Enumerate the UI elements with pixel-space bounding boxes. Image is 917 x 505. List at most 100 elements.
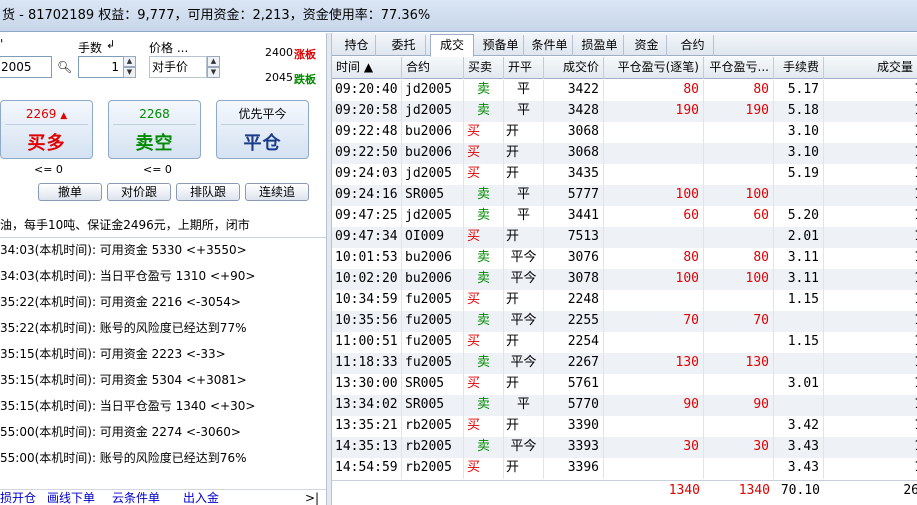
queue-follow-button[interactable]: 排队跟 xyxy=(176,183,240,201)
table-row[interactable]: 11:18:33fu2005卖平今22671301301 xyxy=(332,353,917,374)
col-side[interactable]: 买卖 xyxy=(464,57,504,79)
cell-pnl: 90 xyxy=(704,395,774,416)
cell-pnl-each: 100 xyxy=(604,185,704,206)
col-time[interactable]: 时间 ▲ xyxy=(332,57,402,79)
cancel-order-button[interactable]: 撤单 xyxy=(38,183,102,201)
table-row[interactable]: 10:01:53bu2006卖平今307680803.111 xyxy=(332,248,917,269)
col-open-close[interactable]: 开平 xyxy=(504,57,544,79)
cell-contract: rb2005 xyxy=(402,458,464,479)
cell-fee: 3.43 xyxy=(774,437,824,458)
price-up-button[interactable]: ▲ xyxy=(207,56,220,67)
link-draw-line-order[interactable]: 画线下单 xyxy=(47,490,95,505)
cell-contract: fu2005 xyxy=(402,353,464,374)
collapse-icon[interactable]: >| xyxy=(305,490,319,505)
table-row[interactable]: 09:20:58jd2005卖平34281901905.181 xyxy=(332,101,917,122)
col-price[interactable]: 成交价 xyxy=(544,57,604,79)
cell-open-close: 开 xyxy=(504,374,544,395)
cell-time: 09:47:34 xyxy=(332,227,402,248)
cell-pnl: 70 xyxy=(704,311,774,332)
tab-positions[interactable]: 持仓 xyxy=(338,35,376,56)
table-row[interactable]: 09:22:50bu2006买开3068 3.101 xyxy=(332,143,917,164)
close-label: 平仓 xyxy=(243,133,282,154)
price-type-input[interactable]: 对手价 xyxy=(149,56,207,78)
col-qty[interactable]: 成交量 xyxy=(824,57,917,79)
tab-stop-orders[interactable]: 损盈单 xyxy=(576,35,624,56)
cell-price: 3068 xyxy=(544,143,604,164)
cell-qty: 1 xyxy=(824,311,917,332)
table-row[interactable]: 13:35:21rb2005买开3390 3.421 xyxy=(332,416,917,437)
cell-fee: 1.15 xyxy=(774,332,824,353)
log-line: 34:03(本机时间): 可用资金 5330 <+3550> xyxy=(0,243,247,257)
sell-short-button[interactable]: 2268 卖空 xyxy=(108,100,201,159)
table-row[interactable]: 09:20:40jd2005卖平342280805.171 xyxy=(332,80,917,101)
col-fee[interactable]: 手续费 xyxy=(774,57,824,79)
message-log[interactable]: 34:03(本机时间): 可用资金 5330 <+3550> 34:03(本机时… xyxy=(0,237,326,485)
cell-side: 卖 xyxy=(464,101,504,122)
table-row[interactable]: 09:24:16SR005卖平57771001001 xyxy=(332,185,917,206)
cell-contract: jd2005 xyxy=(402,164,464,185)
cell-contract: fu2005 xyxy=(402,332,464,353)
tab-funds[interactable]: 资金 xyxy=(627,35,667,56)
qty-up-button[interactable]: ▲ xyxy=(123,56,136,67)
account-summary: 货 - 81702189 权益：9,777，可用资金：2,213，资金使用率：7… xyxy=(2,8,431,23)
link-cloud-condition[interactable]: 云条件单 xyxy=(112,490,160,505)
close-position-button[interactable]: 优先平今 平仓 xyxy=(216,100,309,159)
tab-prepared-orders[interactable]: 预备单 xyxy=(478,35,524,56)
cell-side: 卖 xyxy=(464,206,504,227)
return-icon[interactable]: ↲ xyxy=(106,38,115,51)
buy-available: <= 0 xyxy=(34,163,63,176)
table-row[interactable]: 14:35:13rb2005卖平今339330303.431 xyxy=(332,437,917,458)
cell-pnl-each xyxy=(604,143,704,164)
continuous-chase-button[interactable]: 连续追 xyxy=(245,183,309,201)
tab-contracts[interactable]: 合约 xyxy=(672,35,714,56)
cell-fee: 3.10 xyxy=(774,143,824,164)
cell-contract: SR005 xyxy=(402,374,464,395)
log-line: 35:15(本机时间): 可用资金 2223 <-33> xyxy=(0,347,226,361)
table-row[interactable]: 09:47:34OI009买开7513 2.011 xyxy=(332,227,917,248)
price-down-button[interactable]: ▼ xyxy=(207,67,220,78)
cell-fee: 3.11 xyxy=(774,248,824,269)
col-pnl-each[interactable]: 平仓盈亏(逐笔) xyxy=(604,57,704,79)
cell-time: 11:18:33 xyxy=(332,353,402,374)
col-contract[interactable]: 合约 xyxy=(402,57,464,79)
cell-time: 09:47:25 xyxy=(332,206,402,227)
table-row[interactable]: 11:00:51fu2005买开2254 1.151 xyxy=(332,332,917,353)
cell-open-close: 平今 xyxy=(504,311,544,332)
qty-down-button[interactable]: ▼ xyxy=(123,67,136,78)
cell-side: 买 xyxy=(464,374,504,395)
cell-qty: 1 xyxy=(824,374,917,395)
sell-label: 卖空 xyxy=(135,133,174,154)
table-row[interactable]: 13:30:00SR005买开5761 3.011 xyxy=(332,374,917,395)
cell-open-close: 开 xyxy=(504,143,544,164)
contract-info: 油，每手10吨、保证金2496元，上期所，闭市 xyxy=(0,218,250,232)
cell-side: 卖 xyxy=(464,353,504,374)
table-row[interactable]: 10:35:56fu2005卖平今225570701 xyxy=(332,311,917,332)
cell-pnl xyxy=(704,122,774,143)
cell-price: 5777 xyxy=(544,185,604,206)
cell-side: 卖 xyxy=(464,269,504,290)
buy-long-button[interactable]: 2269 ▲ 买多 xyxy=(0,100,93,159)
table-row[interactable]: 09:24:03jd2005买开3435 5.191 xyxy=(332,164,917,185)
col-pnl[interactable]: 平仓盈亏... xyxy=(704,57,774,79)
link-stop-loss-open[interactable]: 损开仓 xyxy=(0,490,36,505)
cell-pnl-each: 80 xyxy=(604,248,704,269)
cell-fee: 3.01 xyxy=(774,374,824,395)
table-row[interactable]: 09:47:25jd2005卖平344160605.201 xyxy=(332,206,917,227)
tab-fills[interactable]: 成交 xyxy=(430,34,474,57)
cell-side: 买 xyxy=(464,143,504,164)
cell-pnl: 60 xyxy=(704,206,774,227)
tab-orders[interactable]: 委托 xyxy=(382,35,426,56)
cell-open-close: 平 xyxy=(504,395,544,416)
table-row[interactable]: 14:54:59rb2005买开3396 3.431 xyxy=(332,458,917,479)
table-row[interactable]: 09:22:48bu2006买开3068 3.101 xyxy=(332,122,917,143)
table-row[interactable]: 10:34:59fu2005买开2248 1.151 xyxy=(332,290,917,311)
qty-input[interactable]: 1 xyxy=(78,56,124,78)
contract-code-input[interactable]: 2005 xyxy=(0,56,52,78)
search-icon[interactable]: 🔍︎ xyxy=(57,60,72,74)
cell-time: 13:35:21 xyxy=(332,416,402,437)
chase-opposite-button[interactable]: 对价跟 xyxy=(107,183,171,201)
tab-conditional-orders[interactable]: 条件单 xyxy=(527,35,573,56)
table-row[interactable]: 10:02:20bu2006卖平今30781001003.111 xyxy=(332,269,917,290)
table-row[interactable]: 13:34:02SR005卖平577090901 xyxy=(332,395,917,416)
link-deposit-withdraw[interactable]: 出入金 xyxy=(183,490,219,505)
